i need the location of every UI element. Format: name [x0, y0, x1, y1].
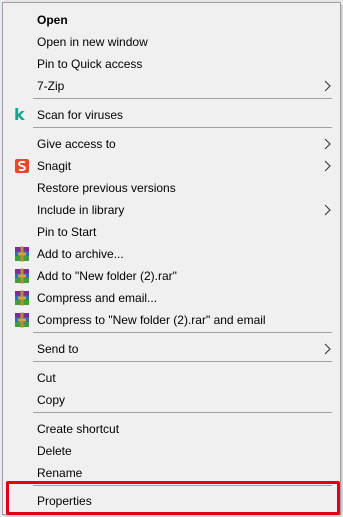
menu-item-label: Open [37, 13, 68, 27]
chevron-right-icon [324, 343, 331, 355]
menu-item-add-to-rar[interactable]: Add to "New folder (2).rar" [5, 265, 338, 287]
menu-separator [33, 412, 332, 413]
kaspersky-icon: k [14, 105, 25, 124]
winrar-icon [15, 246, 29, 262]
chevron-right-icon [324, 160, 331, 172]
menu-separator [33, 127, 332, 128]
menu-item-label: Give access to [37, 137, 116, 151]
menu-item-label: Scan for viruses [37, 108, 124, 122]
menu-item-delete[interactable]: Delete [5, 440, 338, 462]
chevron-right-icon [324, 138, 331, 150]
menu-item-add-archive[interactable]: Add to archive... [5, 243, 338, 265]
menu-item-label: Copy [37, 393, 66, 407]
menu-item-open-new-window[interactable]: Open in new window [5, 31, 338, 53]
menu-item-label: Create shortcut [37, 422, 120, 436]
menu-item-label: Include in library [37, 203, 125, 217]
menu-item-label: 7-Zip [37, 79, 65, 93]
snagit-icon [15, 159, 29, 173]
menu-item-restore-versions[interactable]: Restore previous versions [5, 177, 338, 199]
menu-item-copy[interactable]: Copy [5, 389, 338, 411]
winrar-icon [15, 268, 29, 284]
menu-separator [33, 98, 332, 99]
context-menu: Open Open in new window Pin to Quick acc… [2, 2, 341, 515]
chevron-right-icon [324, 80, 331, 92]
menu-item-compress-email[interactable]: Compress and email... [5, 287, 338, 309]
menu-item-label: Restore previous versions [37, 181, 176, 195]
winrar-icon [15, 312, 29, 328]
menu-item-label: Open in new window [37, 35, 148, 49]
menu-item-label: Add to "New folder (2).rar" [37, 269, 177, 283]
menu-item-label: Add to archive... [37, 247, 124, 261]
menu-item-label: Compress and email... [37, 291, 158, 305]
menu-item-7zip[interactable]: 7-Zip [5, 75, 338, 97]
menu-item-label: Pin to Quick access [37, 57, 143, 71]
menu-separator [33, 361, 332, 362]
menu-item-give-access[interactable]: Give access to [5, 133, 338, 155]
menu-item-label: Send to [37, 342, 79, 356]
winrar-icon [15, 290, 29, 306]
menu-separator [33, 332, 332, 333]
menu-item-label: Cut [37, 371, 56, 385]
menu-item-send-to[interactable]: Send to [5, 338, 338, 360]
menu-item-label: Pin to Start [37, 225, 97, 239]
menu-item-pin-start[interactable]: Pin to Start [5, 221, 338, 243]
menu-item-create-shortcut[interactable]: Create shortcut [5, 418, 338, 440]
chevron-right-icon [324, 204, 331, 216]
menu-item-scan-viruses[interactable]: k Scan for viruses [5, 104, 338, 126]
menu-item-label: Rename [37, 466, 83, 480]
properties-highlight-box [6, 481, 340, 515]
menu-item-include-library[interactable]: Include in library [5, 199, 338, 221]
menu-item-label: Compress to "New folder (2).rar" and ema… [37, 313, 266, 327]
menu-item-pin-quick-access[interactable]: Pin to Quick access [5, 53, 338, 75]
menu-item-open[interactable]: Open [5, 9, 338, 31]
menu-item-snagit[interactable]: Snagit [5, 155, 338, 177]
menu-item-cut[interactable]: Cut [5, 367, 338, 389]
menu-item-label: Delete [37, 444, 72, 458]
menu-item-compress-rar-email[interactable]: Compress to "New folder (2).rar" and ema… [5, 309, 338, 331]
menu-item-label: Snagit [37, 159, 72, 173]
